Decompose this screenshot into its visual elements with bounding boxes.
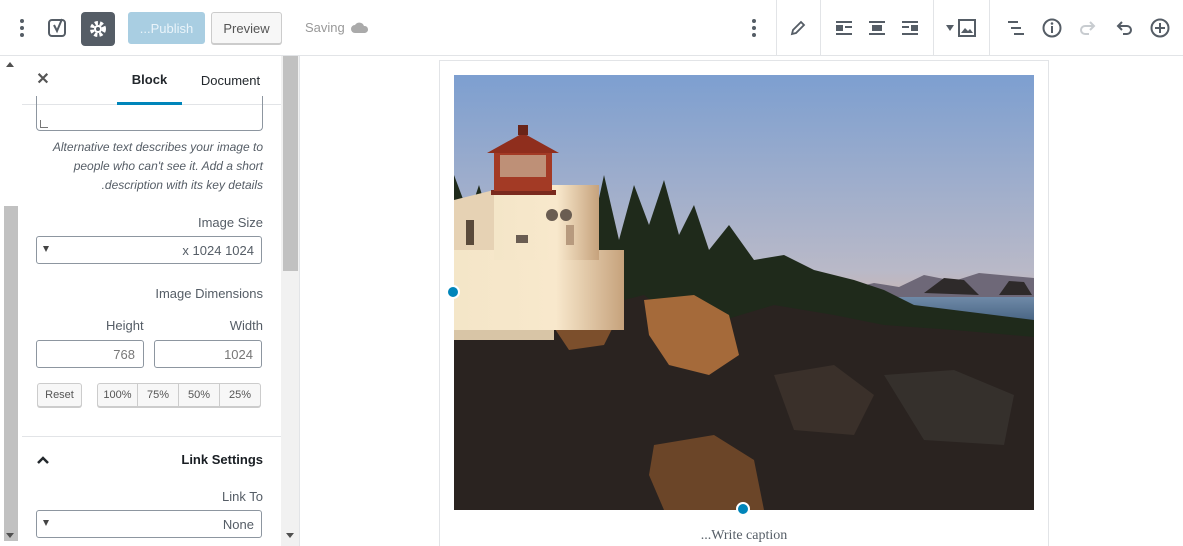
link-to-select[interactable]: None [36, 510, 262, 538]
yoast-icon[interactable] [42, 12, 74, 44]
block-more-menu-icon[interactable] [738, 12, 770, 44]
link-settings-title[interactable]: Link Settings [181, 452, 263, 467]
settings-sidebar: ✕ Block Document Alternative text descri… [22, 56, 281, 546]
height-input[interactable]: 768 [36, 340, 144, 368]
scale-25-button[interactable]: 25% [220, 383, 261, 407]
editor-canvas: ...Write caption [301, 56, 1183, 546]
close-icon[interactable]: ✕ [34, 71, 52, 89]
editor-header: ...Publish Preview Saving [0, 0, 1183, 56]
height-value: 768 [113, 347, 135, 362]
image-size-value: x 1024 1024 [182, 243, 254, 258]
block-navigation-icon[interactable] [1000, 12, 1032, 44]
toolbar-divider [989, 0, 990, 56]
sidebar-scrollbar[interactable] [281, 56, 300, 546]
image-size-label: Image Size [197, 215, 263, 230]
link-to-label: Link To [222, 489, 263, 504]
width-value: 1024 [224, 347, 253, 362]
image-dimensions-label: Image Dimensions [155, 286, 263, 301]
scale-100-button[interactable]: 100% [97, 383, 138, 407]
resize-grip-icon[interactable] [40, 120, 48, 128]
toolbar-divider [820, 0, 821, 56]
reset-button[interactable]: Reset [37, 383, 82, 407]
cloud-icon [350, 22, 368, 33]
gear-icon [90, 21, 106, 37]
toolbar-divider [933, 0, 934, 56]
scale-75-button[interactable]: 75% [138, 383, 179, 407]
scrollbar-thumb[interactable] [4, 206, 18, 541]
scroll-up-arrow-icon[interactable] [6, 62, 14, 67]
alt-text-help: Alternative text describes your image to… [52, 140, 263, 192]
preview-button[interactable]: Preview [211, 12, 282, 44]
toolbar-divider [776, 0, 777, 56]
page-scrollbar[interactable] [0, 56, 22, 546]
undo-icon[interactable] [1108, 12, 1140, 44]
image-caption-field[interactable]: ...Write caption [439, 528, 1049, 544]
edit-pencil-icon[interactable] [782, 12, 814, 44]
link-to-value: None [222, 517, 254, 532]
height-label: Height [106, 318, 144, 333]
scale-button-group: 100% 75% 50% 25% [97, 383, 261, 407]
replace-image-button[interactable] [939, 12, 983, 44]
resize-handle-left[interactable] [446, 285, 460, 299]
chevron-up-icon[interactable] [36, 453, 50, 467]
redo-icon[interactable] [1072, 12, 1104, 44]
alt-text-field[interactable] [36, 96, 263, 131]
image-icon [958, 19, 976, 37]
image-size-select[interactable]: x 1024 1024 [36, 236, 262, 264]
resize-handle-bottom[interactable] [736, 502, 750, 516]
sidebar-scrollbar-thumb[interactable] [283, 56, 298, 271]
add-block-icon[interactable] [1144, 12, 1176, 44]
lighthouse-image[interactable] [454, 75, 1034, 510]
width-label: Width [229, 318, 263, 333]
select-caret-icon [43, 246, 49, 252]
scroll-down-arrow-icon[interactable] [6, 533, 14, 538]
align-left-icon[interactable] [828, 12, 860, 44]
publish-button[interactable]: ...Publish [128, 12, 205, 44]
info-icon[interactable] [1036, 12, 1068, 44]
panel-divider [22, 436, 281, 437]
caret-down-icon [946, 25, 954, 31]
saving-label: Saving [305, 20, 345, 35]
more-menu-icon[interactable] [6, 12, 38, 44]
select-caret-icon [43, 520, 49, 526]
scroll-down-arrow-icon[interactable] [286, 533, 294, 538]
scale-50-button[interactable]: 50% [179, 383, 220, 407]
settings-button[interactable] [81, 12, 115, 46]
align-right-icon[interactable] [894, 12, 926, 44]
align-center-icon[interactable] [861, 12, 893, 44]
saving-status: Saving [305, 20, 369, 35]
width-input[interactable]: 1024 [154, 340, 262, 368]
